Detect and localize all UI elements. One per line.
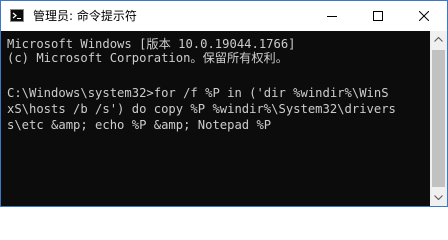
scroll-thumb[interactable] [432, 50, 445, 187]
console-app-icon [10, 9, 24, 22]
scroll-up-button[interactable] [430, 31, 447, 48]
console-line: s\etc &amp; echo %P &amp; Notepad %P [7, 118, 272, 132]
minimize-button[interactable] [309, 1, 355, 31]
maximize-button[interactable] [355, 1, 401, 31]
console-line: xS\hosts /b /s') do copy %P %windir%\Sys… [7, 102, 396, 116]
close-icon [419, 11, 429, 21]
scroll-down-button[interactable] [430, 189, 447, 206]
minimize-icon [327, 16, 337, 17]
vertical-scrollbar[interactable] [430, 31, 447, 206]
maximize-icon [373, 11, 383, 21]
title-bar[interactable]: 管理员: 命令提示符 [1, 1, 447, 31]
command-prompt-window: 管理员: 命令提示符 Microsoft Windows [版本 10.0.19… [0, 0, 448, 207]
window-title: 管理员: 命令提示符 [33, 9, 137, 23]
close-button[interactable] [401, 1, 447, 31]
chevron-down-icon [434, 195, 443, 200]
console-line: (c) Microsoft Corporation。保留所有权利。 [7, 51, 288, 65]
console-line: C:\Windows\system32>for /f %P in ('dir %… [7, 86, 389, 100]
console-output-area[interactable]: Microsoft Windows [版本 10.0.19044.1766] (… [1, 31, 447, 206]
chevron-up-icon [434, 37, 443, 42]
console-line: Microsoft Windows [版本 10.0.19044.1766] [7, 37, 296, 51]
